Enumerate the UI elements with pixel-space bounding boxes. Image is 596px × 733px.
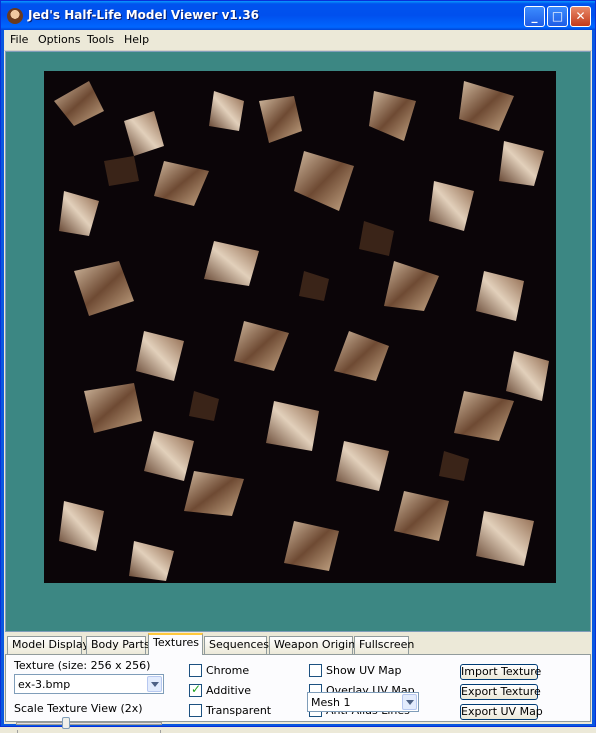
import-texture-button[interactable]: Import Texture [460, 664, 541, 680]
tab-label: Model Display [12, 638, 90, 651]
tab-model-display[interactable]: Model Display [7, 636, 89, 654]
scale-slider-track[interactable] [16, 722, 162, 725]
tab-label: Body Parts [91, 638, 150, 651]
texture-preview [44, 71, 556, 583]
menu-file[interactable]: File [10, 33, 28, 46]
chevron-down-icon[interactable] [147, 676, 162, 692]
scale-texture-label: Scale Texture View (2x) [14, 702, 143, 715]
show-uv-map-checkbox[interactable] [309, 664, 322, 677]
menu-options[interactable]: Options [38, 33, 80, 46]
client-area: File Options Tools Help Model Display Bo… [4, 30, 592, 733]
minimize-button[interactable]: _ [524, 6, 545, 27]
maximize-button[interactable]: □ [547, 6, 568, 27]
texture-select-value: ex-3.bmp [18, 678, 71, 691]
chevron-down-icon[interactable] [402, 694, 417, 710]
title-bar[interactable]: Jed's Half-Life Model Viewer v1.36 _ □ ✕ [1, 1, 595, 30]
menu-tools[interactable]: Tools [87, 33, 114, 46]
chrome-checkbox[interactable] [189, 664, 202, 677]
transparent-checkbox[interactable] [189, 704, 202, 717]
menu-bar: File Options Tools Help [4, 30, 592, 51]
window-title: Jed's Half-Life Model Viewer v1.36 [28, 8, 260, 22]
maximize-icon: □ [551, 9, 564, 23]
export-texture-button[interactable]: Export Texture [460, 684, 541, 700]
tab-strip: Model Display Body Parts Textures Sequen… [4, 633, 592, 655]
additive-label: Additive [206, 684, 251, 697]
tab-textures[interactable]: Textures [148, 633, 203, 655]
chrome-label: Chrome [206, 664, 250, 677]
tab-label: Weapon Origin [274, 638, 356, 651]
texture-select[interactable]: ex-3.bmp [14, 674, 164, 694]
tab-fullscreen[interactable]: Fullscreen [354, 636, 414, 654]
mesh-select[interactable]: Mesh 1 [307, 692, 419, 712]
tab-body-parts[interactable]: Body Parts [86, 636, 150, 654]
tab-weapon-origin[interactable]: Weapon Origin [269, 636, 356, 654]
tab-label: Fullscreen [359, 638, 415, 651]
tab-label: Textures [153, 636, 199, 649]
tab-label: Sequences [209, 638, 269, 651]
tab-sequences[interactable]: Sequences [204, 636, 269, 654]
texture-size-label: Texture (size: 256 x 256) [14, 659, 151, 672]
texture-image [54, 81, 549, 581]
export-uv-map-button[interactable]: Export UV Map [460, 704, 543, 720]
menu-help[interactable]: Help [124, 33, 149, 46]
additive-checkbox[interactable] [189, 682, 202, 697]
app-window: Jed's Half-Life Model Viewer v1.36 _ □ ✕… [0, 0, 596, 733]
scale-slider-thumb[interactable] [62, 717, 70, 729]
close-icon: ✕ [575, 9, 586, 23]
render-viewport[interactable] [5, 51, 591, 632]
mesh-select-value: Mesh 1 [311, 696, 351, 709]
minimize-icon: _ [531, 9, 538, 23]
show-uv-map-label: Show UV Map [326, 664, 402, 677]
textures-panel: Texture (size: 256 x 256) ex-3.bmp Scale… [5, 654, 591, 733]
app-icon [7, 8, 23, 24]
transparent-label: Transparent [206, 704, 272, 717]
close-button[interactable]: ✕ [570, 6, 591, 27]
